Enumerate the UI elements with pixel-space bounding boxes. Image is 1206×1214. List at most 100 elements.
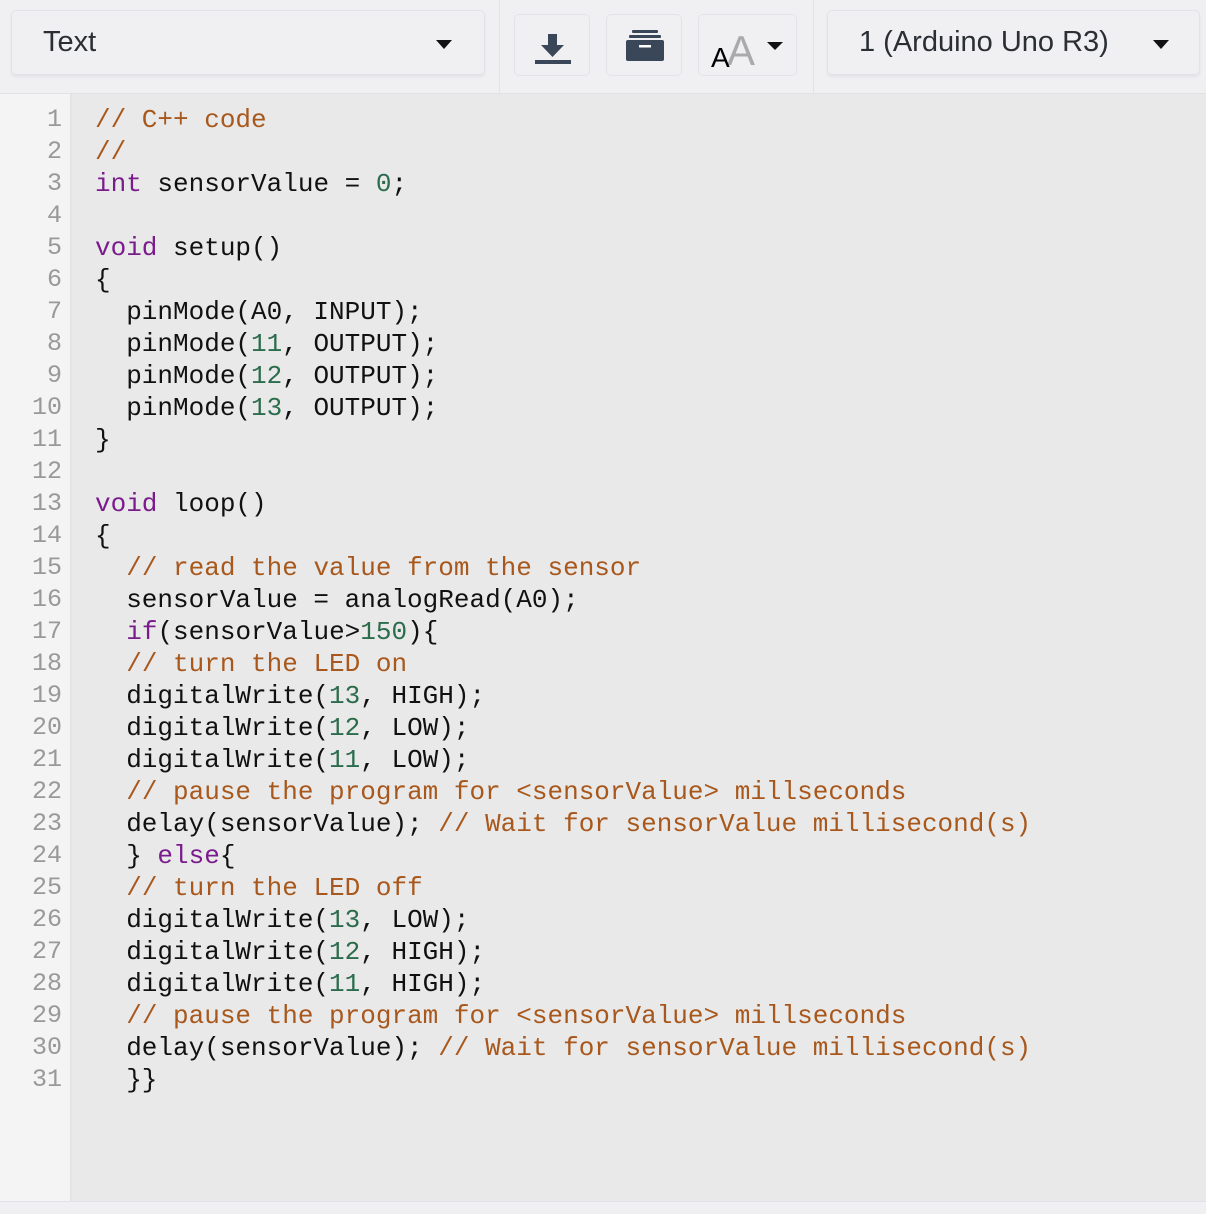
code-keyword: else: [157, 841, 220, 871]
code-keyword: int: [95, 169, 142, 199]
code-line[interactable]: // pause the program for <sensorValue> m…: [95, 776, 906, 808]
line-number: 15: [31, 553, 62, 582]
board-select[interactable]: 1 (Arduino Uno R3): [827, 10, 1200, 75]
line-number: 8: [46, 329, 62, 358]
code-line[interactable]: digitalWrite(12, LOW);: [95, 712, 469, 744]
code-line[interactable]: pinMode(11, OUTPUT);: [95, 328, 438, 360]
line-number: 12: [31, 457, 62, 486]
code-number: 0: [375, 169, 392, 199]
code-keyword: void: [95, 489, 158, 519]
code-line[interactable]: delay(sensorValue); // Wait for sensorVa…: [95, 808, 1031, 840]
line-number: 22: [31, 777, 62, 806]
toolbar-divider: [499, 0, 500, 93]
line-number: 13: [31, 489, 62, 518]
code-line[interactable]: void loop(): [95, 488, 267, 520]
code-text: setup(): [157, 233, 283, 263]
code-text: ){: [407, 617, 439, 647]
code-comment: // turn the LED off: [126, 873, 423, 903]
code-text: sensorValue = analogRead(A0);: [95, 585, 579, 615]
code-editor[interactable]: 1 2 3 4 5 6 7 8 9 10 11 12 13 14 15 16 17 18 19 20 21 22 23 24 2…: [0, 94, 1206, 1201]
code-text: pinMode(: [95, 361, 252, 391]
code-line[interactable]: // C++ code: [95, 104, 267, 136]
line-number: 30: [31, 1033, 62, 1062]
code-line[interactable]: delay(sensorValue); // Wait for sensorVa…: [95, 1032, 1031, 1064]
code-line[interactable]: sensorValue = analogRead(A0);: [95, 584, 579, 616]
code-line[interactable]: {: [95, 520, 111, 552]
line-number: 25: [31, 873, 62, 902]
code-line[interactable]: digitalWrite(13, HIGH);: [95, 680, 485, 712]
chevron-down-icon: [436, 40, 452, 49]
font-size-button[interactable]: A A: [698, 14, 797, 76]
code-line[interactable]: digitalWrite(12, HIGH);: [95, 936, 485, 968]
code-line[interactable]: digitalWrite(11, HIGH);: [95, 968, 485, 1000]
code-number: 11: [329, 745, 361, 775]
code-number: 11: [251, 329, 283, 359]
code-line[interactable]: // pause the program for <sensorValue> m…: [95, 1000, 906, 1032]
line-number: 14: [31, 521, 62, 550]
code-text: (sensorValue>: [157, 617, 361, 647]
code-text: {: [219, 841, 236, 871]
line-number: 20: [31, 713, 62, 742]
code-text: , OUTPUT);: [282, 329, 439, 359]
code-text: , HIGH);: [360, 969, 486, 999]
code-line[interactable]: pinMode(13, OUTPUT);: [95, 392, 438, 424]
line-number: 21: [31, 745, 62, 774]
toolbar-divider: [813, 0, 814, 93]
code-text: pinMode(: [95, 393, 252, 423]
line-number: 27: [31, 937, 62, 966]
code-number: 13: [329, 905, 361, 935]
line-number: 16: [31, 585, 62, 614]
code-line[interactable]: }}: [95, 1064, 157, 1096]
code-line[interactable]: // turn the LED off: [95, 872, 423, 904]
line-number: 31: [31, 1065, 62, 1094]
line-number: 28: [31, 969, 62, 998]
mode-select[interactable]: Text: [11, 10, 485, 75]
code-text: digitalWrite(: [95, 745, 330, 775]
code-text: , LOW);: [360, 745, 470, 775]
code-number: 12: [251, 361, 283, 391]
code-text: , LOW);: [360, 713, 470, 743]
code-line[interactable]: void setup(): [95, 232, 282, 264]
code-number: 150: [360, 617, 408, 647]
code-line[interactable]: // turn the LED on: [95, 648, 407, 680]
code-line[interactable]: {: [95, 264, 111, 296]
code-text: , HIGH);: [360, 681, 486, 711]
code-line[interactable]: pinMode(A0, INPUT);: [95, 296, 422, 328]
code-line[interactable]: digitalWrite(13, LOW);: [95, 904, 469, 936]
board-select-value: 1 (Arduino Uno R3): [859, 26, 1109, 58]
code-comment: // pause the program for <sensorValue> m…: [126, 777, 907, 807]
font-size-icon: A A: [711, 27, 783, 74]
code-line[interactable]: int sensorValue = 0;: [95, 168, 407, 200]
code-keyword: if: [126, 617, 158, 647]
line-number: 29: [31, 1001, 62, 1030]
code-text: , LOW);: [360, 905, 470, 935]
code-comment: // pause the program for <sensorValue> m…: [126, 1001, 907, 1031]
code-line[interactable]: } else{: [95, 840, 235, 872]
library-button[interactable]: [606, 14, 682, 76]
line-number: 9: [46, 361, 62, 390]
line-number: 26: [31, 905, 62, 934]
code-line[interactable]: pinMode(12, OUTPUT);: [95, 360, 438, 392]
line-number: 24: [31, 841, 62, 870]
code-line[interactable]: //: [95, 136, 126, 168]
line-number: 11: [31, 425, 62, 454]
line-number: 10: [31, 393, 62, 422]
code-line[interactable]: }: [95, 424, 111, 456]
horizontal-scrollbar[interactable]: [0, 1201, 1206, 1214]
code-text: {: [95, 521, 111, 551]
archive-box-icon: [626, 30, 664, 61]
download-button[interactable]: [514, 14, 590, 76]
code-text: sensorValue =: [141, 169, 376, 199]
code-keyword: void: [95, 233, 158, 263]
line-number: 6: [46, 265, 62, 294]
code-comment: // read the value from the sensor: [126, 553, 642, 583]
code-line[interactable]: digitalWrite(11, LOW);: [95, 744, 469, 776]
code-number: 13: [251, 393, 283, 423]
code-text: }: [95, 425, 111, 455]
code-line[interactable]: if(sensorValue>150){: [95, 616, 438, 648]
code-line[interactable]: // read the value from the sensor: [95, 552, 641, 584]
svg-text:A: A: [711, 42, 730, 73]
